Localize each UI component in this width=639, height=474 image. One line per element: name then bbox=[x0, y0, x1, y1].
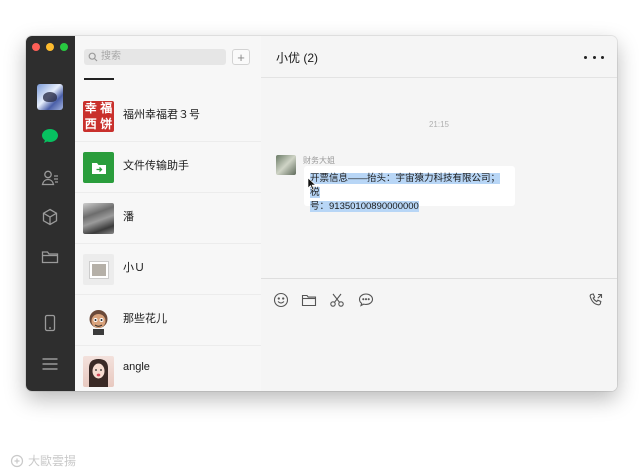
contact-name: 潘 bbox=[123, 211, 134, 223]
search-placeholder: 搜索 bbox=[101, 51, 121, 62]
avatar[interactable] bbox=[37, 84, 63, 110]
emoji-icon[interactable] bbox=[272, 291, 290, 309]
menu-icon[interactable] bbox=[38, 352, 62, 376]
chat-bubble-icon[interactable] bbox=[38, 124, 62, 148]
contact-name: 小Ｕ bbox=[123, 262, 145, 274]
tax-label: 号： bbox=[310, 201, 330, 212]
more-options-button[interactable] bbox=[584, 50, 604, 64]
list-item[interactable]: 小Ｕ bbox=[75, 244, 261, 295]
sender-name: 财务大姐 bbox=[303, 156, 335, 165]
folder-icon[interactable] bbox=[38, 245, 62, 269]
contact-avatar bbox=[83, 305, 114, 336]
file-transfer-icon bbox=[83, 152, 114, 183]
watermark-text: 大歐雲揚 bbox=[28, 454, 77, 468]
list-scroll-indicator bbox=[84, 78, 114, 80]
list-item[interactable]: 文件传输助手 bbox=[75, 142, 261, 193]
message-bubble[interactable]: 开票信息——抬头：宇宙猿力科技有限公司；税 号：9135010089000000… bbox=[304, 166, 515, 212]
contact-avatar bbox=[83, 254, 114, 285]
search-icon bbox=[88, 52, 98, 62]
list-item[interactable]: 幸 福 西 饼 福州幸福君３号 bbox=[75, 91, 261, 142]
message-timestamp: 21:15 bbox=[428, 120, 450, 129]
conversation-list: 搜索 + 幸 福 西 饼 福州幸福君３号 文件传输助手 潘 小Ｕ 那些花儿 an… bbox=[75, 36, 262, 391]
minimize-window-button[interactable] bbox=[46, 43, 54, 51]
list-item[interactable]: angle bbox=[75, 346, 261, 391]
sender-avatar[interactable] bbox=[276, 155, 296, 175]
chat-title: 小优 (2) bbox=[276, 51, 319, 65]
list-item[interactable]: 潘 bbox=[75, 193, 261, 244]
message-line-1[interactable]: 开票信息——抬头：宇宙猿力科技有限公司；税 bbox=[310, 172, 509, 200]
chat-pane: 小优 (2) 21:15 财务大姐 开票信息——抬头：宇宙猿力科技有限公司；税 … bbox=[261, 36, 617, 391]
phone-icon[interactable] bbox=[38, 311, 62, 335]
contact-name: 那些花儿 bbox=[123, 313, 167, 325]
contact-avatar: 幸 福 西 饼 bbox=[83, 101, 114, 132]
contact-avatar bbox=[83, 203, 114, 234]
add-chat-button[interactable]: + bbox=[232, 49, 250, 65]
sidebar bbox=[26, 36, 75, 391]
watermark-logo-icon bbox=[10, 454, 24, 468]
avatar-glyph: 西 bbox=[84, 116, 97, 131]
contact-name: angle bbox=[123, 361, 150, 373]
avatar-glyph: 幸 bbox=[84, 101, 97, 115]
avatar-glyph: 福 bbox=[100, 101, 113, 115]
contact-avatar bbox=[83, 356, 114, 387]
dot-icon bbox=[592, 55, 596, 59]
contact-name: 福州幸福君３号 bbox=[123, 109, 200, 121]
avatar-glyph: 饼 bbox=[100, 116, 113, 131]
folder-icon[interactable] bbox=[300, 291, 318, 309]
watermark: 大歐雲揚 bbox=[10, 452, 76, 469]
list-item[interactable]: 那些花儿 bbox=[75, 295, 261, 346]
message-composer[interactable] bbox=[261, 279, 617, 391]
scissors-icon[interactable] bbox=[328, 291, 346, 309]
chat-bubble-icon[interactable] bbox=[357, 291, 375, 309]
dot-icon bbox=[584, 55, 587, 59]
dot-icon bbox=[601, 55, 604, 59]
search-input[interactable]: 搜索 bbox=[84, 49, 226, 65]
close-window-button[interactable] bbox=[32, 43, 40, 51]
selected-text[interactable]: 号：91350100890000000 bbox=[310, 201, 419, 212]
header-divider bbox=[261, 77, 617, 78]
phone-icon[interactable] bbox=[587, 291, 605, 309]
contact-name: 文件传输助手 bbox=[123, 160, 189, 172]
selected-text[interactable]: 开票信息——抬头：宇宙猿力科技有限公司；税 bbox=[310, 173, 501, 198]
cube-icon[interactable] bbox=[38, 205, 62, 229]
contacts-icon[interactable] bbox=[38, 166, 62, 190]
message-line-2[interactable]: 号：91350100890000000 bbox=[310, 200, 509, 214]
zoom-window-button[interactable] bbox=[60, 43, 68, 51]
wechat-window: 搜索 + 幸 福 西 饼 福州幸福君３号 文件传输助手 潘 小Ｕ 那些花儿 an… bbox=[26, 36, 617, 391]
tax-number: 91350100890000000 bbox=[329, 201, 419, 212]
